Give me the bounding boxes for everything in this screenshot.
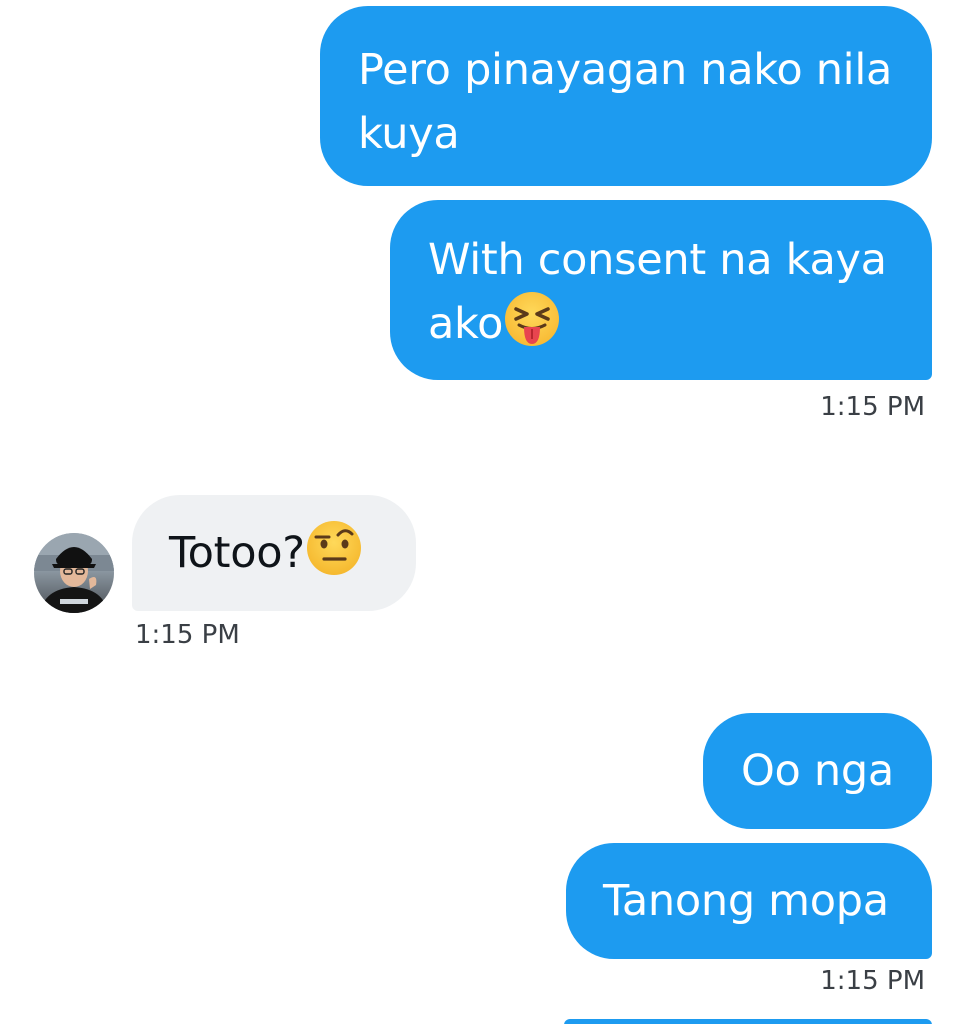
message-text: Tanong mopa [603,876,889,926]
sent-message-bubble[interactable]: With consent na kaya ako [390,200,932,380]
message-text: Oo nga [741,746,894,796]
conversation-thread: Pero pinayagan nako nila kuya With conse… [0,0,969,1024]
squinting-face-with-tongue-icon [505,292,560,346]
message-text: Pero pinayagan nako nila kuya [358,45,893,159]
message-text: Totoo? [169,528,305,578]
message-text: With consent na kaya ako [428,235,887,349]
sent-message-bubble[interactable]: Tanong mopa [566,843,932,959]
sent-message-bubble[interactable]: Oo nga [703,713,932,829]
face-with-raised-eyebrow-icon [306,521,361,575]
avatar[interactable] [34,533,114,613]
received-message-bubble[interactable]: Totoo? [132,495,416,611]
message-timestamp: 1:15 PM [820,966,925,996]
message-timestamp: 1:15 PM [135,620,240,650]
message-timestamp: 1:15 PM [820,392,925,422]
sent-message-bubble-partial[interactable] [564,1019,932,1024]
sent-message-bubble[interactable]: Pero pinayagan nako nila kuya [320,6,932,186]
